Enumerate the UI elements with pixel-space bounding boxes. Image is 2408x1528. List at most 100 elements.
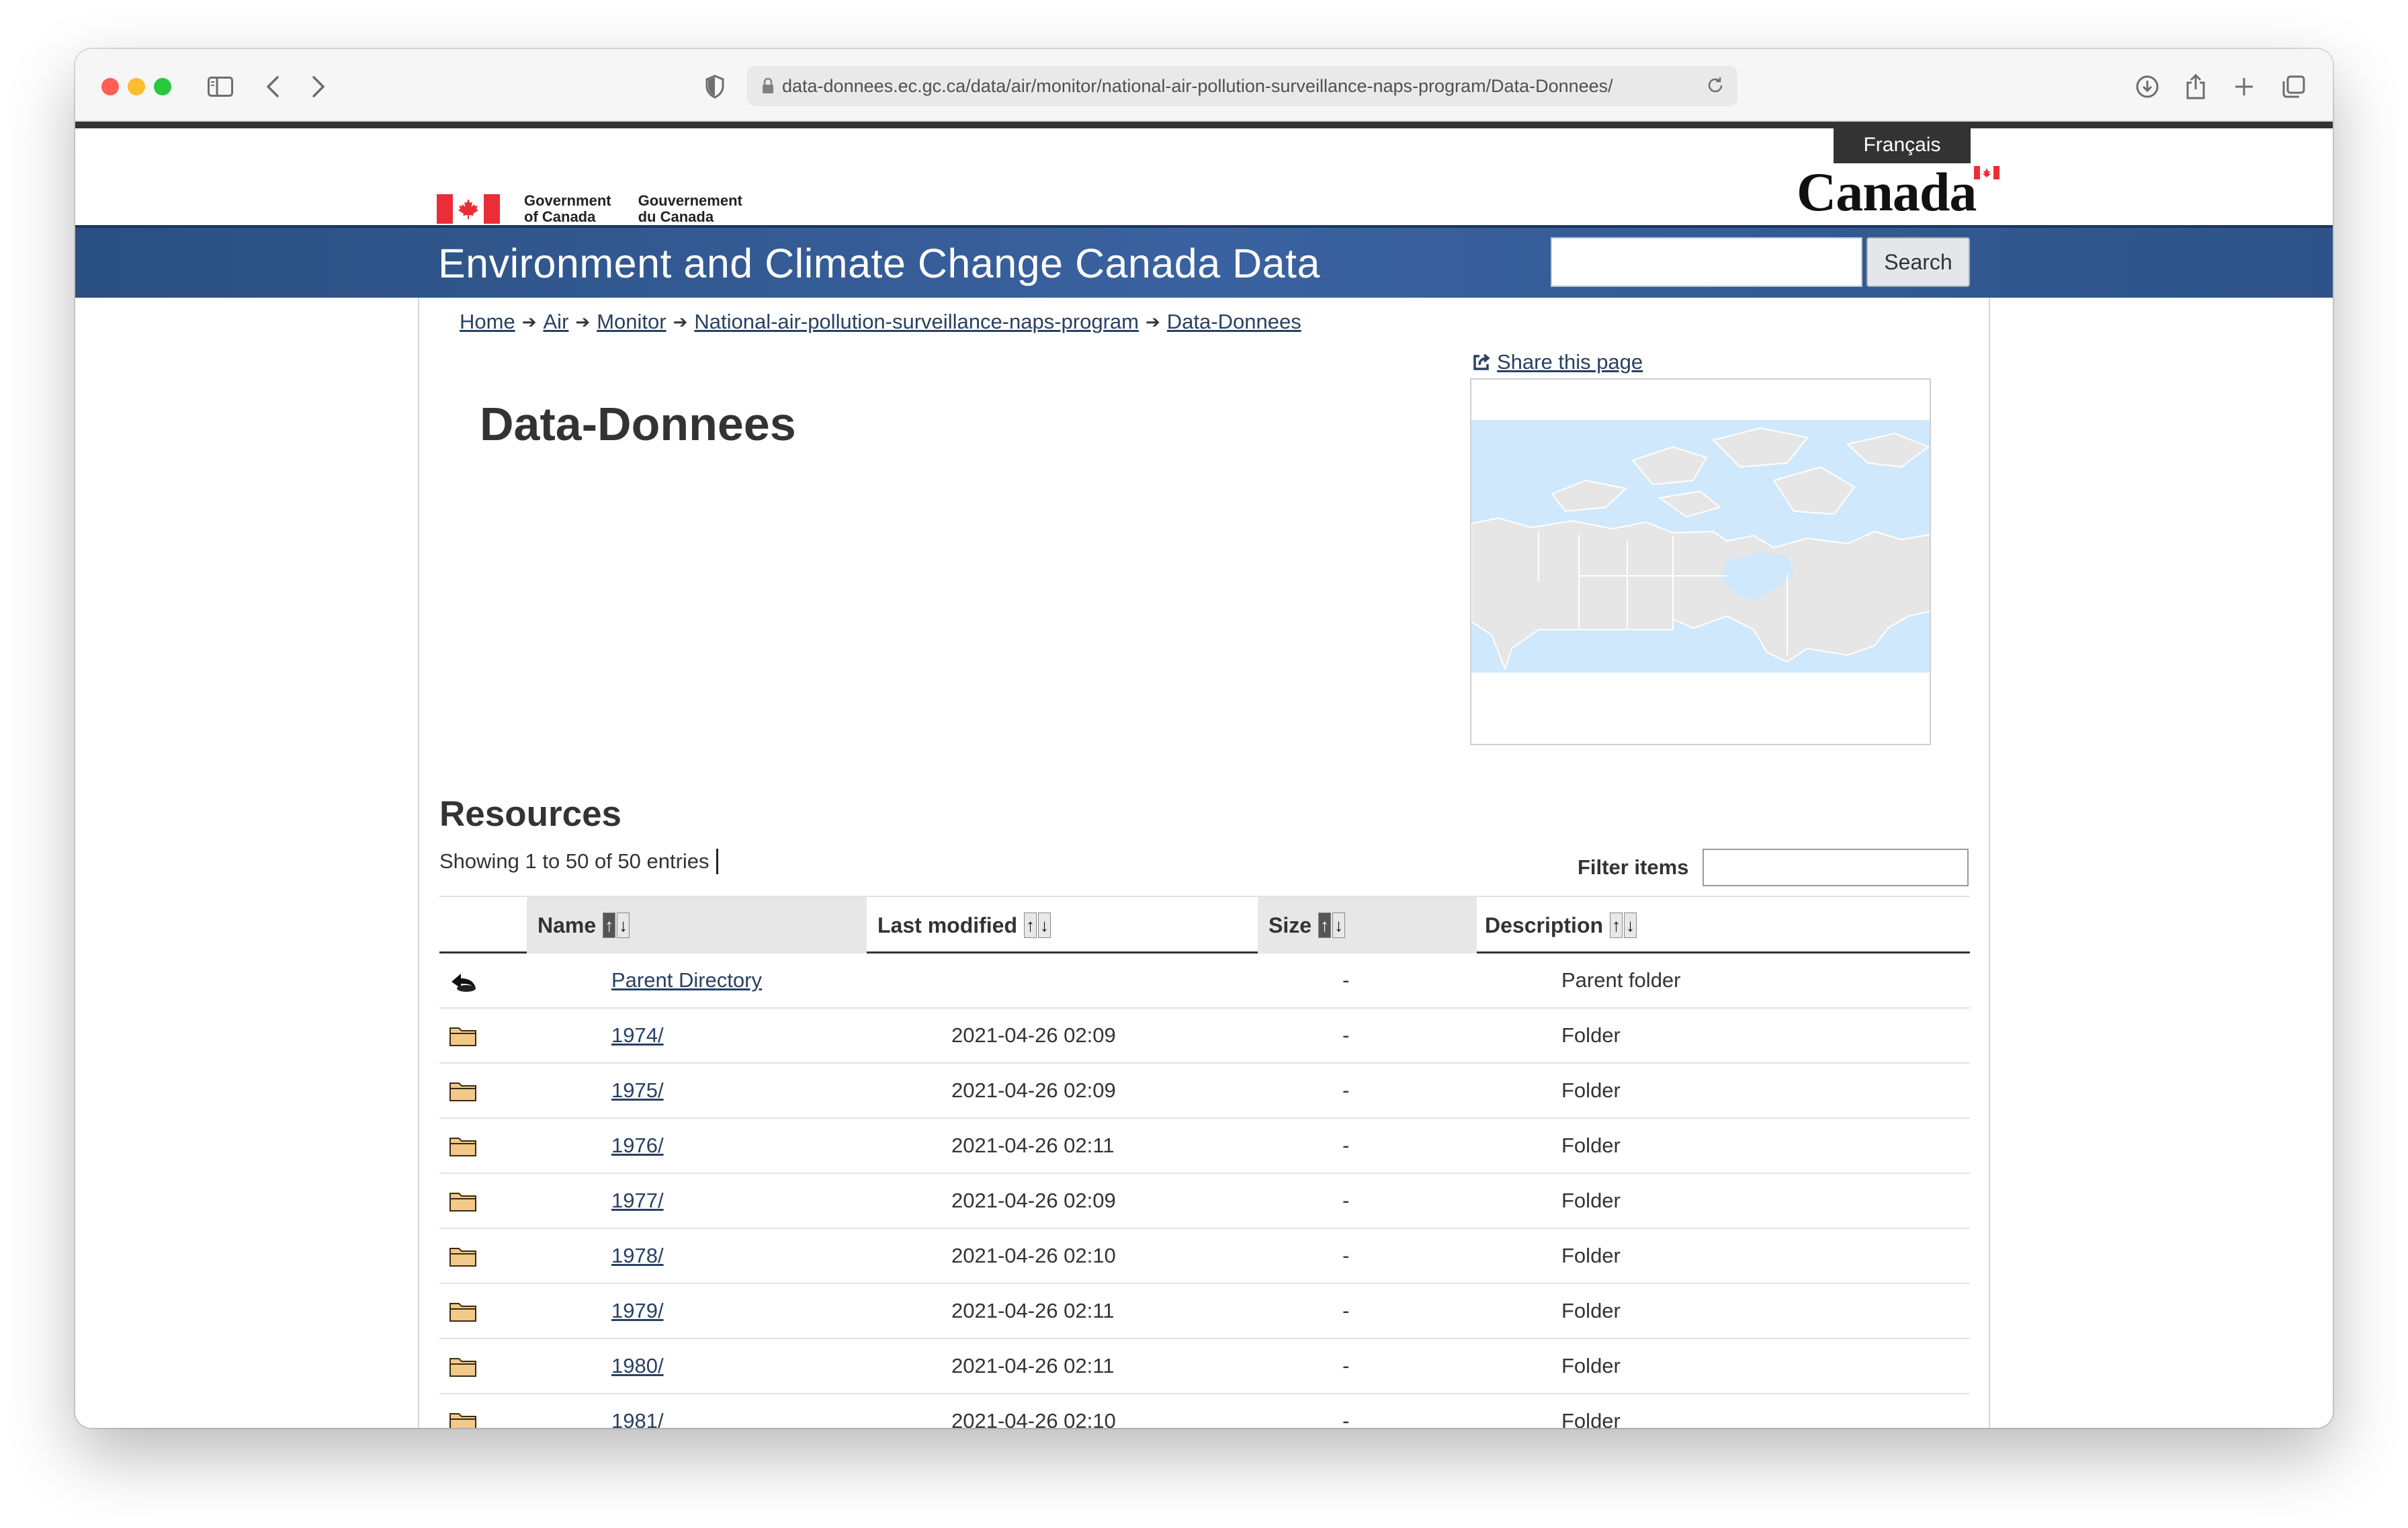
table-row: 1976/ 2021-04-26 02:11 - Folder [439, 1119, 1970, 1174]
filter-items-label: Filter items [1578, 855, 1689, 879]
row-description: Folder [1561, 1023, 1621, 1047]
header-name[interactable]: Name ↑ ↓ [527, 897, 867, 953]
minimize-window-button[interactable] [128, 78, 145, 95]
breadcrumb-home[interactable]: Home [460, 310, 515, 334]
browser-window: data-donnees.ec.gc.ca/data/air/monitor/n… [75, 49, 2333, 1428]
folder-icon [449, 1064, 489, 1117]
sort-controls[interactable]: ↑ ↓ [1610, 912, 1638, 938]
row-modified: 2021-04-26 02:10 [951, 1244, 1116, 1267]
breadcrumb-arrow-icon: ➔ [1146, 311, 1160, 332]
back-arrow-icon [449, 953, 489, 1007]
row-modified: 2021-04-26 02:09 [951, 1078, 1116, 1102]
address-bar[interactable]: data-donnees.ec.gc.ca/data/air/monitor/n… [747, 66, 1737, 106]
fip-french-line2: du Canada [638, 208, 714, 225]
coverage-map[interactable] [1470, 378, 1931, 745]
row-description: Folder [1561, 1189, 1621, 1212]
header-size-label: Size [1268, 912, 1312, 937]
sort-ascending-icon[interactable]: ↑ [1610, 912, 1623, 938]
sort-descending-icon[interactable]: ↓ [1332, 912, 1346, 938]
language-toggle-button[interactable]: Français [1834, 127, 1971, 163]
breadcrumb-data-donnees[interactable]: Data-Donnees [1167, 310, 1301, 334]
sort-ascending-icon[interactable]: ↑ [603, 912, 616, 938]
row-name-link[interactable]: 1976/ [611, 1134, 664, 1158]
government-of-canada-signature[interactable]: Government of Canada Gouvernement du Can… [437, 189, 769, 229]
fip-french: Gouvernement du Canada [638, 193, 742, 225]
row-size: - [1342, 1354, 1350, 1377]
row-size: - [1342, 1299, 1350, 1322]
sort-controls[interactable]: ↑ ↓ [1318, 912, 1346, 938]
row-name-link[interactable]: 1980/ [611, 1354, 664, 1378]
sort-ascending-icon[interactable]: ↑ [1318, 912, 1332, 938]
wordmark-flag-icon [1974, 166, 2000, 179]
sort-controls[interactable]: ↑ ↓ [603, 912, 631, 938]
header-description-label: Description [1485, 912, 1604, 937]
row-description: Folder [1561, 1244, 1621, 1267]
entries-summary: Showing 1 to 50 of 50 entries [439, 849, 718, 874]
site-banner: Environment and Climate Change Canada Da… [75, 225, 2333, 298]
table-row: Parent Directory - Parent folder [439, 953, 1970, 1009]
header-description[interactable]: Description ↑ ↓ [1474, 897, 1970, 953]
filter-items-input[interactable] [1703, 849, 1969, 886]
zoom-window-button[interactable] [154, 78, 171, 95]
sort-ascending-icon[interactable]: ↑ [1024, 912, 1037, 938]
back-icon[interactable] [255, 69, 290, 104]
sidebar-toggle-icon[interactable] [203, 69, 238, 104]
privacy-shield-icon[interactable] [697, 69, 732, 104]
fip-english-line1: Government [524, 192, 611, 209]
share-this-page-link[interactable]: Share this page [1471, 350, 1643, 374]
sort-controls[interactable]: ↑ ↓ [1024, 912, 1052, 938]
resources-heading: Resources [439, 794, 622, 834]
sort-descending-icon[interactable]: ↓ [1038, 912, 1051, 938]
table-row: 1977/ 2021-04-26 02:09 - Folder [439, 1174, 1970, 1229]
row-size: - [1342, 1134, 1350, 1157]
breadcrumb-air[interactable]: Air [544, 310, 569, 334]
header-size[interactable]: Size ↑ ↓ [1258, 897, 1477, 953]
row-size: - [1342, 1409, 1350, 1428]
row-size: - [1342, 1078, 1350, 1102]
row-modified: 2021-04-26 02:11 [951, 1134, 1115, 1157]
container-border-right [1989, 298, 1990, 1428]
breadcrumb-arrow-icon: ➔ [575, 311, 591, 332]
breadcrumb-naps-program[interactable]: National-air-pollution-surveillance-naps… [694, 310, 1139, 334]
tab-overview-icon[interactable] [2276, 69, 2311, 104]
site-title[interactable]: Environment and Climate Change Canada Da… [438, 240, 1320, 287]
downloads-icon[interactable] [2130, 69, 2165, 104]
text-cursor [716, 849, 718, 874]
canada-flag-icon [437, 194, 500, 224]
row-name-link[interactable]: Parent Directory [611, 968, 762, 992]
folder-icon [449, 1284, 489, 1338]
row-name-link[interactable]: 1979/ [611, 1299, 664, 1323]
breadcrumb-arrow-icon: ➔ [673, 311, 688, 332]
forward-icon[interactable] [301, 69, 336, 104]
row-modified: 2021-04-26 02:10 [951, 1409, 1116, 1428]
page-title: Data-Donnees [480, 398, 796, 450]
container-border-left [418, 298, 419, 1428]
table-row: 1974/ 2021-04-26 02:09 - Folder [439, 1009, 1970, 1064]
folder-icon [449, 1009, 489, 1062]
row-size: - [1342, 1023, 1350, 1047]
table-row: 1979/ 2021-04-26 02:11 - Folder [439, 1284, 1970, 1339]
header-name-label: Name [538, 912, 597, 937]
sort-descending-icon[interactable]: ↓ [617, 912, 630, 938]
row-description: Folder [1561, 1409, 1621, 1428]
row-name-link[interactable]: 1974/ [611, 1023, 664, 1048]
row-modified: 2021-04-26 02:09 [951, 1023, 1116, 1047]
header-last-modified[interactable]: Last modified ↑ ↓ [867, 897, 1256, 953]
share-icon[interactable] [2178, 69, 2213, 104]
site-search-input[interactable] [1551, 237, 1862, 287]
folder-icon [449, 1394, 489, 1428]
new-tab-icon[interactable] [2227, 69, 2262, 104]
sort-descending-icon[interactable]: ↓ [1624, 912, 1637, 938]
close-window-button[interactable] [101, 78, 119, 95]
folder-icon [449, 1119, 489, 1173]
fip-english: Government of Canada [524, 193, 611, 225]
row-name-link[interactable]: 1978/ [611, 1244, 664, 1268]
search-button[interactable]: Search [1866, 237, 1970, 287]
reload-icon[interactable] [1705, 75, 1725, 95]
breadcrumb-monitor[interactable]: Monitor [597, 310, 666, 334]
row-name-link[interactable]: 1981/ [611, 1409, 664, 1428]
canada-map-image [1471, 420, 1930, 673]
row-modified: 2021-04-26 02:11 [951, 1299, 1115, 1322]
row-name-link[interactable]: 1975/ [611, 1078, 664, 1103]
row-name-link[interactable]: 1977/ [611, 1189, 664, 1213]
